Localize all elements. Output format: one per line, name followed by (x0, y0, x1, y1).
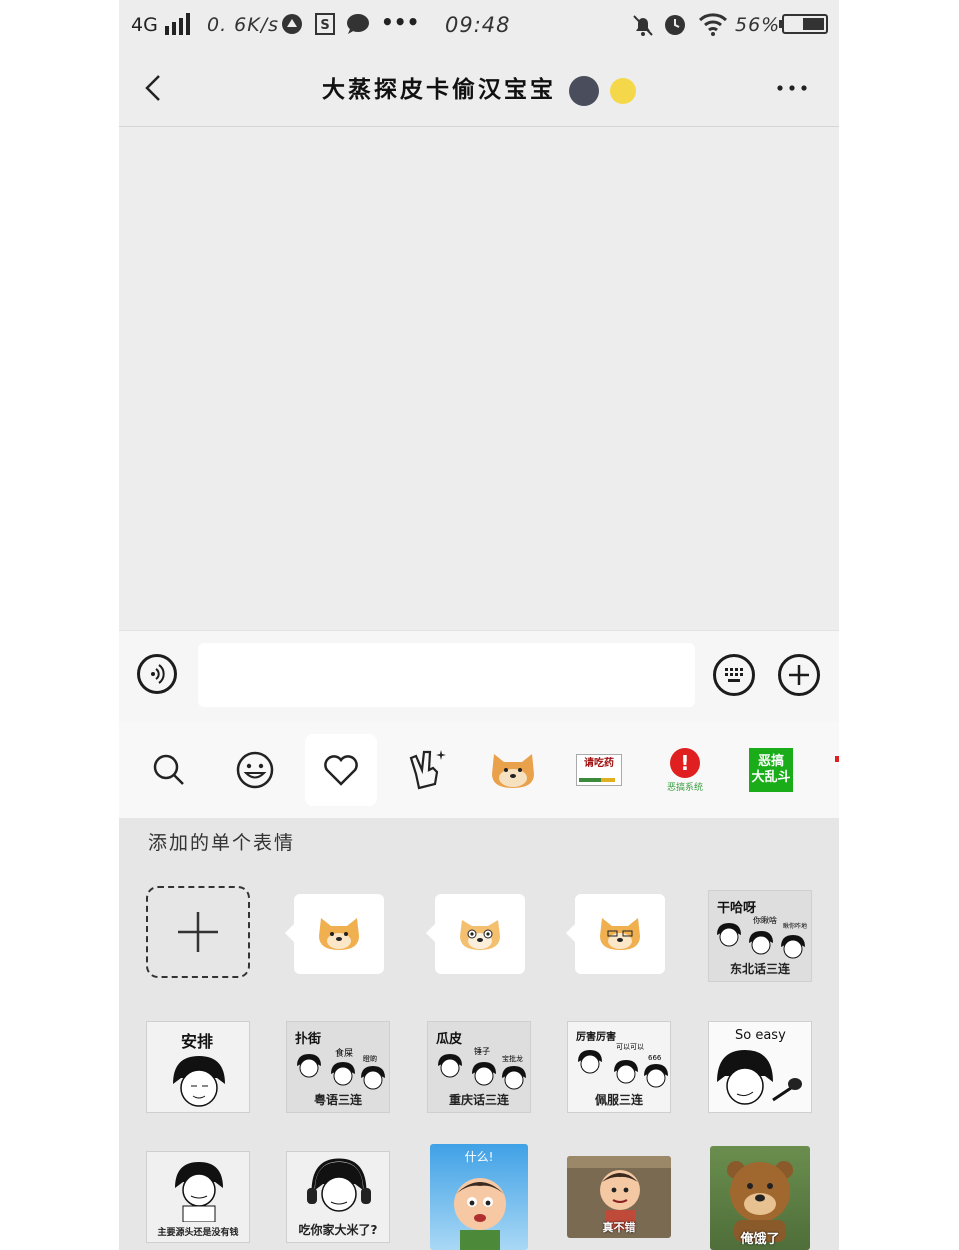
next-tab-peek (835, 756, 839, 762)
alarm-icon (663, 12, 687, 43)
meme-face-icon (717, 923, 741, 947)
doge-icon (460, 920, 500, 950)
meme-face-icon (749, 931, 773, 955)
tab-egao-system[interactable]: ! 恶搞系统 (649, 734, 721, 806)
message-list[interactable] (119, 127, 839, 630)
meme-face-icon (361, 1066, 385, 1090)
favorite-stickers-panel[interactable]: 添加的单个表情 干哈呀 你瞅啥 瞅你咋地 东北话三连 安排 扑街 食屎 瞪啲 粤… (119, 818, 839, 1250)
heart-icon (324, 755, 358, 786)
tab-search[interactable] (133, 734, 205, 806)
more-functions-button[interactable] (778, 654, 820, 696)
meme-face-icon (502, 1066, 526, 1090)
plus-icon (789, 665, 809, 685)
sticker-meiyouqian[interactable]: 主要源头还是没有钱 (146, 1151, 250, 1243)
doge-icon (319, 918, 359, 950)
sticker-shenme[interactable]: 什么! (427, 1144, 531, 1250)
sticker-anpai[interactable]: 安排 (146, 1021, 250, 1113)
add-sticker-button[interactable] (146, 886, 250, 978)
tab-emoji[interactable] (219, 734, 291, 806)
sticker-so-easy[interactable]: So easy (708, 1021, 812, 1113)
meme-face-icon (175, 1162, 223, 1222)
clock: 09:48 (445, 13, 511, 37)
wifi-icon (698, 12, 728, 43)
doge-icon (600, 918, 640, 950)
meme-face-icon (644, 1064, 668, 1088)
network-type: 4G (131, 14, 158, 36)
message-input[interactable] (198, 643, 695, 707)
sticker-dongbeihua[interactable]: 干哈呀 你瞅啥 瞅你咋地 东北话三连 (708, 890, 812, 982)
sticker-andele[interactable]: 俺饿了 (708, 1146, 812, 1250)
sticker-yueyu[interactable]: 扑街 食屎 瞪啲 粤语三连 (286, 1021, 390, 1113)
meme-headphones-icon (307, 1158, 371, 1212)
full-moon-face-icon (610, 78, 637, 104)
chat-title-text: 大蒸探皮卡偷汉宝宝 (321, 76, 556, 103)
meme-face-icon (438, 1054, 462, 1078)
plus-icon (178, 912, 218, 952)
sticker-doge-1[interactable] (285, 894, 387, 974)
tab-egao-luandou[interactable]: 恶搞 大乱斗 (735, 734, 807, 806)
battery-icon (779, 14, 829, 41)
new-moon-face-icon (569, 76, 599, 106)
sticker-chinijiadami[interactable]: 吃你家大米了? (286, 1151, 390, 1243)
tab-custom[interactable] (391, 734, 463, 806)
status-bar: 4G 0. 6K/s S ••• 09:48 56% (119, 0, 839, 50)
tab-qingchiyao[interactable]: 请吃药 (563, 734, 635, 806)
keyboard-button[interactable] (713, 654, 755, 696)
more-dots-icon (777, 85, 807, 91)
app-notification-icon (281, 13, 303, 42)
signal-icon (165, 13, 193, 42)
keyboard-icon (725, 668, 743, 682)
search-icon (153, 754, 184, 785)
peace-hand-icon (409, 750, 446, 790)
sticker-peifu[interactable]: 厉害厉害 可以可以 666 佩服三连 (567, 1021, 671, 1113)
emoji-tab-bar: 请吃药 ! 恶搞系统 恶搞 大乱斗 (119, 722, 839, 818)
section-title: 添加的单个表情 (148, 832, 296, 854)
meme-face-icon (331, 1062, 355, 1086)
s-app-icon: S (315, 13, 335, 42)
sticker-chongqinghua[interactable]: 瓜皮 锤子 宝批龙 重庆话三连 (427, 1021, 531, 1113)
svg-text:S: S (320, 18, 329, 33)
meme-face-icon (173, 1056, 225, 1107)
sticker-doge-3[interactable] (566, 894, 668, 974)
chat-more-button[interactable] (775, 78, 809, 98)
tab-favorites[interactable] (305, 734, 377, 806)
meme-face-icon (472, 1062, 496, 1086)
phone-screen: 4G 0. 6K/s S ••• 09:48 56% 大蒸探皮卡偷汉宝宝 请吃药… (119, 0, 839, 1250)
battery-percent: 56% (735, 14, 781, 36)
meme-face-icon (297, 1054, 321, 1078)
qingchiyao-sticker-icon: 请吃药 (576, 754, 622, 786)
sticker-doge-2[interactable] (426, 894, 528, 974)
cartoon-baby-icon (454, 1178, 506, 1250)
chat-title: 大蒸探皮卡偷汉宝宝 (119, 70, 839, 106)
doge-icon (492, 754, 534, 788)
voice-button[interactable] (137, 654, 177, 694)
sticker-zhenbucuo[interactable]: 真不错 (567, 1151, 671, 1243)
voice-icon (151, 664, 165, 684)
meme-face-icon (614, 1060, 638, 1084)
meme-face-icon (578, 1050, 602, 1074)
egao-system-sticker-icon: ! 恶搞系统 (667, 747, 703, 793)
mute-bell-icon (631, 13, 655, 44)
chat-header: 大蒸探皮卡偷汉宝宝 (119, 50, 839, 127)
message-notification-icon (346, 13, 370, 42)
smiley-icon (236, 751, 274, 789)
more-notifications-icon: ••• (381, 10, 420, 34)
meme-singer-icon (717, 1050, 802, 1105)
tab-doge-sticker[interactable] (477, 734, 549, 806)
meme-face-icon (781, 935, 805, 959)
network-speed: 0. 6K/s (207, 14, 280, 36)
egao-luandou-sticker-icon: 恶搞 大乱斗 (749, 748, 793, 792)
input-bar (119, 630, 839, 723)
